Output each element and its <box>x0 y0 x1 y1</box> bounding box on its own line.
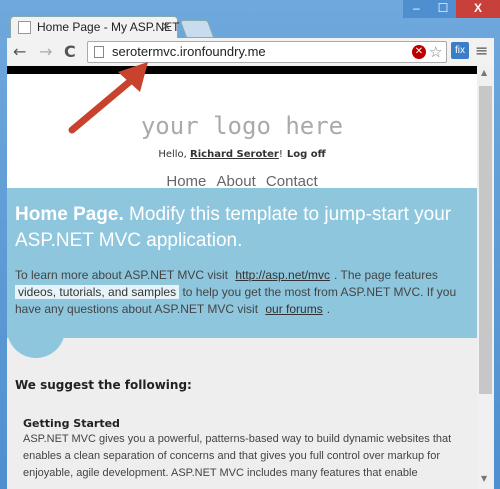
featured-text-1: To learn more about ASP.NET MVC visit <box>15 268 228 282</box>
scroll-thumb[interactable] <box>479 86 492 394</box>
featured-section: Home Page. Modify this template to jump-… <box>7 188 477 338</box>
reload-icon[interactable]: C <box>64 42 76 61</box>
fix-extension-button[interactable]: fix <box>451 42 469 59</box>
forums-link[interactable]: our forums <box>265 302 322 316</box>
forward-arrow-icon[interactable]: → <box>39 42 52 61</box>
featured-body: To learn more about ASP.NET MVC visit ht… <box>15 267 470 318</box>
back-arrow-icon[interactable]: ← <box>13 42 26 61</box>
getting-started-body: ASP.NET MVC gives you a powerful, patter… <box>23 433 452 479</box>
featured-title: Home Page. Modify this template to jump-… <box>15 202 470 254</box>
scroll-down-icon[interactable]: ▼ <box>481 474 487 483</box>
browser-window: – ☐ X Home Page - My ASP.NET × ← → C ser… <box>0 0 500 489</box>
top-black-bar <box>7 66 477 74</box>
getting-started-heading: Getting Started <box>23 417 120 430</box>
browser-menu-icon[interactable]: ≡ <box>475 41 488 60</box>
page-icon <box>94 46 104 58</box>
page-viewport: your logo here Hello, Richard Seroter! Lo… <box>7 66 494 489</box>
site-logo[interactable]: your logo here <box>7 112 477 140</box>
tab-close-icon[interactable]: × <box>161 19 171 33</box>
address-bar[interactable]: serotermvc.ironfoundry.me ✕ ☆ <box>87 41 447 63</box>
vertical-scrollbar[interactable]: ▲ ▼ <box>477 66 494 489</box>
page-favicon-icon <box>18 21 31 34</box>
scroll-up-icon[interactable]: ▲ <box>481 68 487 77</box>
user-link[interactable]: Richard Seroter <box>190 149 279 160</box>
login-display: Hello, Richard Seroter! Log off <box>7 149 477 160</box>
tab-title: Home Page - My ASP.NET <box>37 20 180 34</box>
bookmark-star-icon[interactable]: ☆ <box>429 43 442 61</box>
url-text[interactable]: serotermvc.ironfoundry.me <box>112 44 266 59</box>
featured-text-4: . <box>326 302 331 316</box>
suggest-heading: We suggest the following: <box>15 378 192 392</box>
featured-title-bold: Home Page. <box>15 204 124 225</box>
maximize-button[interactable]: ☐ <box>430 0 456 18</box>
browser-toolbar: ← → C serotermvc.ironfoundry.me ✕ ☆ fix … <box>7 38 494 66</box>
highlighted-text: videos, tutorials, and samples <box>15 285 180 299</box>
minimize-button[interactable]: – <box>403 0 430 18</box>
browser-tab[interactable]: Home Page - My ASP.NET × <box>10 16 180 38</box>
new-tab-button[interactable] <box>179 20 215 38</box>
hello-text: Hello, <box>158 149 191 160</box>
aspnet-mvc-link[interactable]: http://asp.net/mvc <box>235 268 330 282</box>
decorative-circle <box>7 324 65 358</box>
logoff-link[interactable]: Log off <box>287 149 326 160</box>
site-header: your logo here Hello, Richard Seroter! Lo… <box>7 74 477 190</box>
bang-text: ! <box>278 149 283 160</box>
stop-icon[interactable]: ✕ <box>412 45 426 59</box>
featured-text-2: . The page features <box>334 268 438 282</box>
close-window-button[interactable]: X <box>456 0 500 18</box>
